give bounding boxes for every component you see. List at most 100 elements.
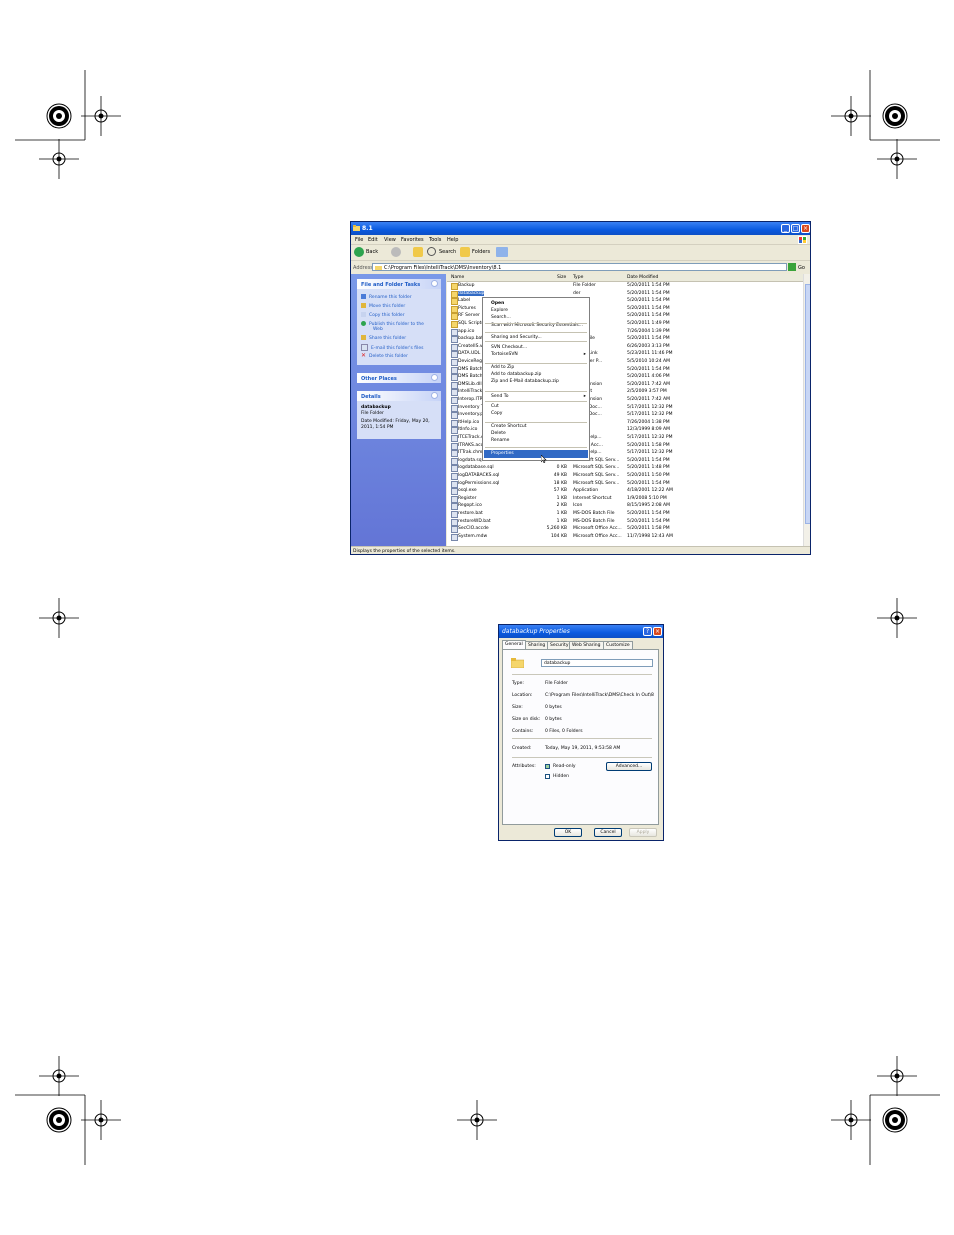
- collapse-icon[interactable]: [431, 392, 438, 399]
- share-icon: [361, 335, 366, 340]
- file-folder-tasks-header[interactable]: File and Folder Tasks: [357, 279, 441, 289]
- divider: [512, 757, 652, 758]
- task-copy-folder[interactable]: Copy this folder: [361, 312, 405, 319]
- file-date-modified: 5/17/2011 12:32 PM: [627, 435, 673, 440]
- table-row[interactable]: osql.exe 57 KB Application 4/18/2001 12:22 …: [447, 487, 803, 496]
- go-arrow-icon[interactable]: [788, 263, 796, 271]
- email-icon: [361, 344, 368, 351]
- context-menu-item[interactable]: Properties: [491, 451, 514, 456]
- up-folder-icon[interactable]: [413, 247, 423, 257]
- context-menu-item[interactable]: Send To: [491, 394, 509, 399]
- table-row[interactable]: Regopt.ico 2 KB Icon 8/15/1995 2:08 AM: [447, 502, 803, 511]
- file-date-modified: 5/20/2011 7:42 AM: [627, 397, 671, 402]
- column-type[interactable]: Type: [573, 275, 583, 280]
- help-button[interactable]: ?: [643, 627, 652, 636]
- back-arrow-icon[interactable]: [354, 247, 364, 257]
- tab-general[interactable]: General: [502, 640, 526, 649]
- context-menu-item[interactable]: SVN Checkout...: [491, 345, 527, 350]
- context-menu-item[interactable]: Search...: [491, 315, 511, 320]
- menu-tools[interactable]: Tools: [429, 237, 441, 243]
- folder-name-input[interactable]: databackup: [541, 659, 653, 667]
- task-email-files[interactable]: E-mail this folder's files: [361, 344, 423, 351]
- context-menu-item[interactable]: Rename: [491, 438, 509, 443]
- vertical-scrollbar[interactable]: [803, 274, 810, 546]
- folder-icon: [375, 266, 382, 270]
- dialog-title: databackup Properties: [502, 628, 570, 635]
- context-menu-item[interactable]: TortoiseSVN: [491, 352, 518, 357]
- maximize-button[interactable]: □: [791, 224, 800, 233]
- tab-sharing[interactable]: Sharing: [525, 641, 549, 649]
- advanced-button[interactable]: Advanced...: [606, 762, 652, 771]
- cancel-button[interactable]: Cancel: [594, 828, 622, 837]
- context-menu-item[interactable]: Add to databackup.zip: [491, 372, 541, 377]
- folders-button[interactable]: Folders: [472, 249, 490, 255]
- task-rename-folder[interactable]: Rename this folder: [361, 294, 412, 301]
- context-menu-item[interactable]: Cut: [491, 404, 499, 409]
- ok-button[interactable]: OK: [554, 828, 582, 837]
- context-menu-item[interactable]: Explore: [491, 308, 508, 313]
- search-button[interactable]: Search: [439, 249, 456, 255]
- table-row[interactable]: logDATABACKS.sql 49 KB Microsoft SQL Serv.…: [447, 472, 803, 480]
- table-row[interactable]: System.mdw 104 KB Microsoft Office Acc... 1…: [447, 533, 803, 541]
- read-only-checkbox[interactable]: [545, 764, 550, 769]
- task-publish-folder[interactable]: Publish this folder to the: [361, 321, 424, 328]
- tab-customize[interactable]: Customize: [603, 641, 633, 649]
- column-date-modified[interactable]: Date Modified: [627, 275, 658, 280]
- address-input[interactable]: C:\Program Files\IntelliTrack\DMS\Invent…: [372, 263, 787, 271]
- collapse-icon[interactable]: [431, 280, 438, 287]
- context-menu-item[interactable]: Create Shortcut: [491, 424, 527, 429]
- table-row[interactable]: restore.bat 1 KB MS-DOS Batch File 5/20/201…: [447, 510, 803, 518]
- column-size[interactable]: Size: [557, 275, 566, 280]
- menu-help[interactable]: Help: [447, 237, 458, 243]
- table-row[interactable]: logdatabase.sql 0 KB Microsoft SQL Serv...…: [447, 464, 803, 473]
- windows-logo-icon: [798, 236, 807, 244]
- context-menu-item[interactable]: Sharing and Security...: [491, 335, 542, 340]
- file-type: Internet Shortcut: [573, 495, 612, 501]
- file-date-modified: 5/20/2011 1:54 PM: [627, 511, 670, 516]
- minimize-button[interactable]: _: [781, 224, 790, 233]
- menu-file[interactable]: File: [355, 237, 363, 243]
- table-row[interactable]: logPermissions.sql 18 KB Microsoft SQL Ser…: [447, 480, 803, 488]
- context-menu-item[interactable]: Add to Zip: [491, 365, 514, 370]
- menu-favorites[interactable]: Favorites: [401, 237, 424, 243]
- apply-button[interactable]: Apply: [629, 828, 657, 837]
- other-places-header[interactable]: Other Places: [357, 373, 441, 383]
- context-menu-item[interactable]: Open: [491, 301, 504, 306]
- file-date-modified: 5/23/2011 11:46 PM: [627, 351, 673, 357]
- back-button[interactable]: Back: [366, 249, 378, 255]
- table-row[interactable]: restoreWD.bat 1 KB MS-DOS Batch File 5/20/2…: [447, 518, 803, 526]
- forward-arrow-icon[interactable]: [391, 247, 401, 257]
- file-date-modified: 5/17/2011 12:32 PM: [627, 450, 673, 456]
- menu-separator: [485, 391, 587, 392]
- task-publish-folder-web[interactable]: Web: [373, 327, 383, 334]
- context-menu-item[interactable]: Zip and E-Mail databackup.zip: [491, 379, 559, 384]
- task-move-folder[interactable]: Move this folder: [361, 303, 405, 310]
- task-share-folder[interactable]: Share this folder: [361, 335, 406, 342]
- menu-view[interactable]: View: [384, 237, 396, 243]
- views-icon[interactable]: [496, 247, 508, 257]
- table-row[interactable]: SecCIO.accde 5,260 KB Microsoft Office Acc…: [447, 525, 803, 534]
- tab-web-sharing[interactable]: Web Sharing: [569, 641, 604, 649]
- table-row[interactable]: Backup File Folder 5/20/2011 1:54 PM: [447, 282, 803, 290]
- file-type: Microsoft SQL Serv...: [573, 465, 620, 471]
- context-menu: Open Explore Search... Scan with Microsoft …: [482, 297, 590, 463]
- explorer-titlebar[interactable]: 8.1 _ □ ×: [351, 222, 810, 235]
- context-menu-item[interactable]: Copy: [491, 411, 502, 416]
- hidden-checkbox[interactable]: [545, 774, 550, 779]
- dialog-close-button[interactable]: ×: [653, 627, 662, 636]
- task-delete-folder[interactable]: ✕ Delete this folder: [361, 353, 408, 360]
- dialog-titlebar[interactable]: databackup Properties ? ×: [499, 625, 663, 638]
- menu-edit[interactable]: Edit: [368, 237, 378, 243]
- column-name[interactable]: Name: [451, 275, 464, 280]
- go-button[interactable]: Go: [798, 265, 805, 271]
- context-menu-item[interactable]: Delete: [491, 431, 506, 436]
- table-row[interactable]: Register 1 KB Internet Shortcut 1/9/2008 5:…: [447, 495, 803, 503]
- expand-icon[interactable]: [431, 374, 438, 381]
- tab-security[interactable]: Security: [547, 641, 572, 649]
- hidden-label: Hidden: [553, 774, 569, 779]
- explorer-window: 8.1 _ □ × File Edit View Favorites Tools…: [350, 221, 811, 555]
- close-button[interactable]: ×: [801, 224, 810, 233]
- file-date-modified: 4/18/2001 12:22 AM: [627, 488, 673, 494]
- details-header[interactable]: Details: [357, 391, 441, 401]
- scrollbar-thumb[interactable]: [805, 284, 810, 524]
